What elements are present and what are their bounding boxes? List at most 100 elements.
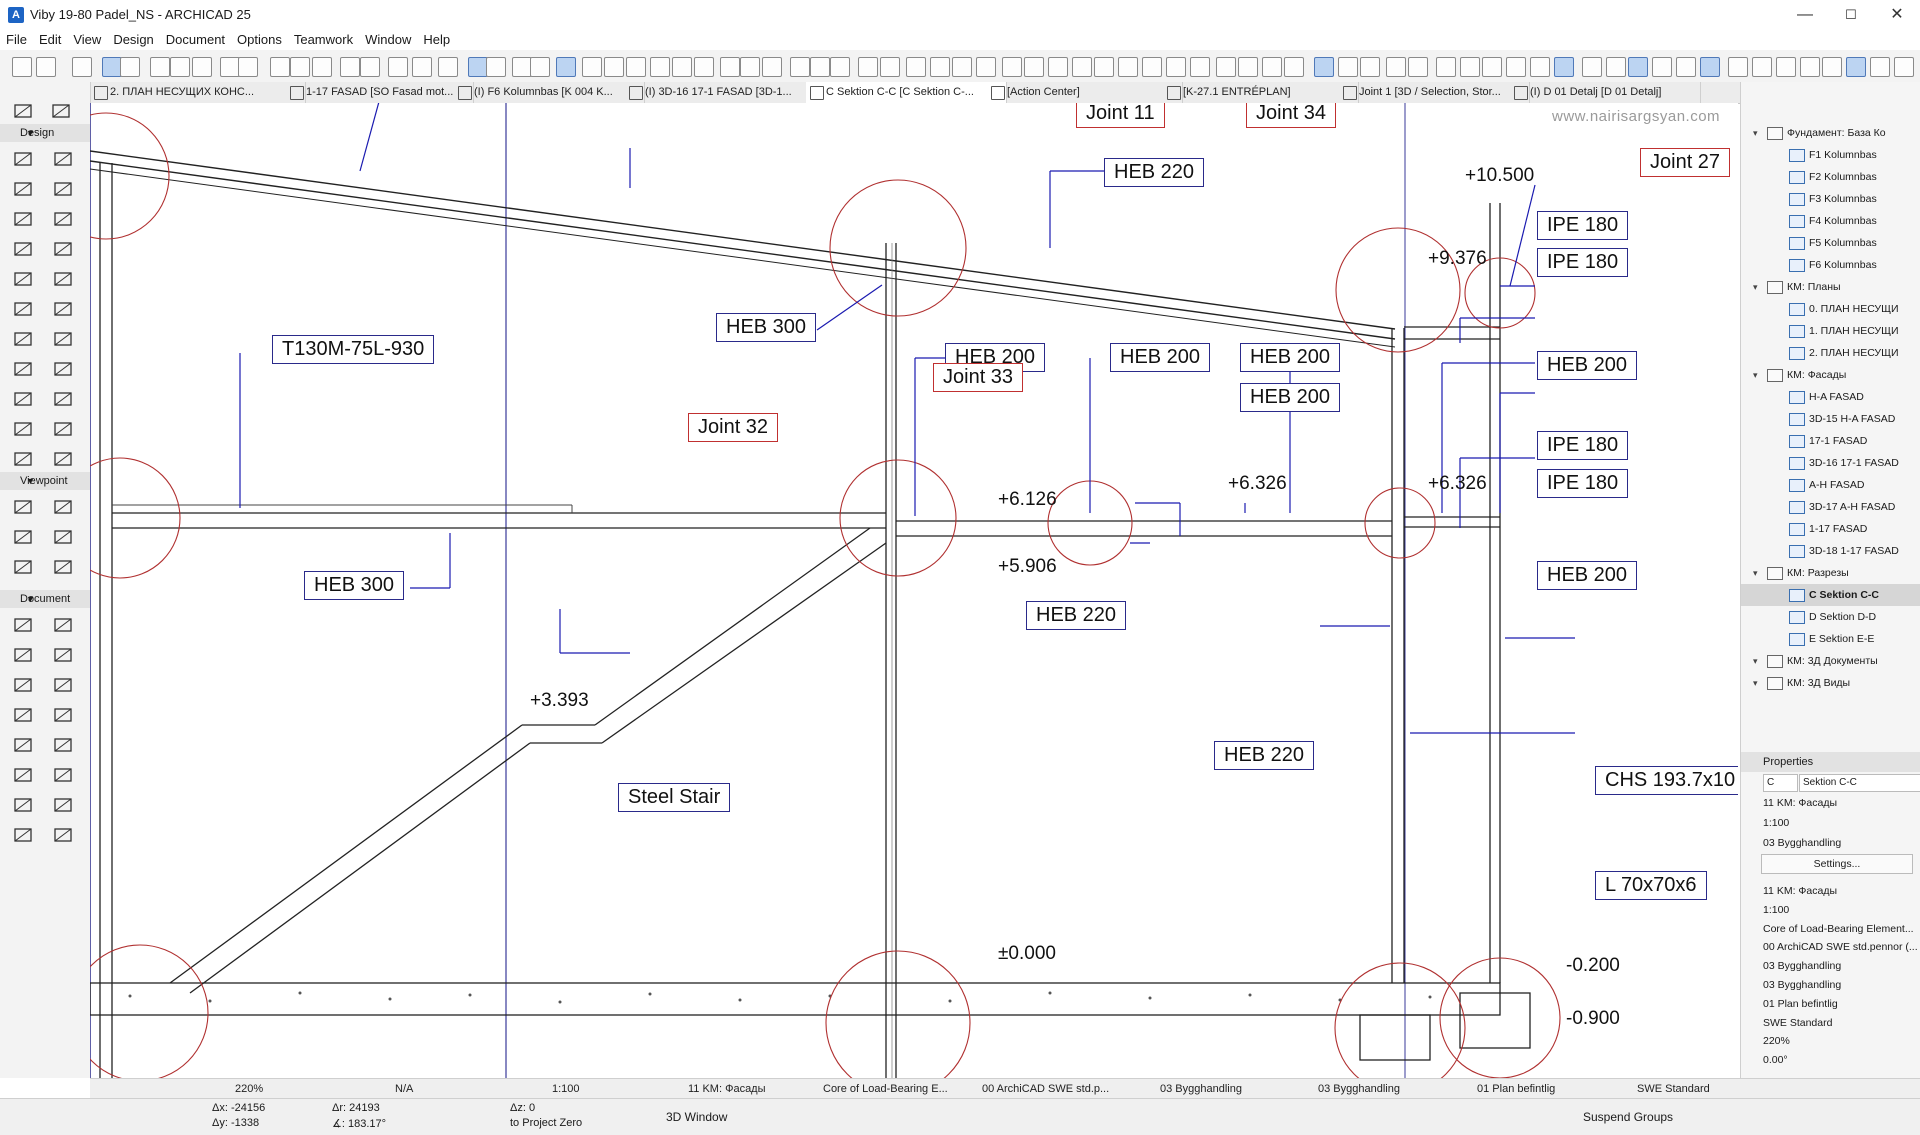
toolbox-tool-icon[interactable] [12, 418, 34, 440]
renovation-filter[interactable]: 01 Plan befintlig [1477, 1079, 1555, 1099]
toolbar-tool-icon[interactable] [1238, 57, 1258, 77]
label-heb300-column[interactable]: HEB 300 [716, 313, 817, 342]
property-row[interactable]: 01 Plan befintlig [1745, 995, 1920, 1013]
toolbar-tool-icon[interactable] [1700, 57, 1720, 77]
toolbar-tool-icon[interactable] [1554, 57, 1574, 77]
toolbox-tool-icon[interactable] [12, 824, 34, 846]
toolbox-tool-icon[interactable] [52, 328, 74, 350]
navigator-view-item[interactable]: F3 Kolumnbas [1741, 188, 1920, 210]
model-view-option[interactable]: 03 Bygghandling [1160, 1079, 1242, 1099]
label-heb200-e[interactable]: HEB 200 [1537, 351, 1638, 380]
property-row[interactable]: 1:100 [1745, 901, 1920, 919]
toolbar-tool-icon[interactable] [1822, 57, 1842, 77]
toolbox-tool-icon[interactable] [52, 496, 74, 518]
toolbox-tool-icon[interactable] [12, 764, 34, 786]
navigator-view-item[interactable]: 3D-16 17-1 FASAD [1741, 452, 1920, 474]
toolbox-tool-icon[interactable] [12, 674, 34, 696]
toolbox-tool-icon[interactable] [12, 556, 34, 578]
toolbox-tool-icon[interactable] [52, 388, 74, 410]
property-row[interactable]: 0.00° [1745, 1051, 1920, 1069]
toolbar-tool-icon[interactable] [1894, 57, 1914, 77]
scale-value[interactable]: 1:100 [552, 1079, 580, 1099]
toolbar-tool-icon[interactable] [102, 57, 122, 77]
toolbox-tool-icon[interactable] [52, 526, 74, 548]
navigator-view-item[interactable]: F4 Kolumnbas [1741, 210, 1920, 232]
toolbar-tool-icon[interactable] [72, 57, 92, 77]
chevron-down-icon[interactable]: ▾ [1753, 364, 1758, 386]
toolbox-tool-icon[interactable] [12, 644, 34, 666]
toolbox-tool-icon[interactable] [52, 824, 74, 846]
label-joint-27[interactable]: Joint 27 [1640, 148, 1731, 177]
toolbar-tool-icon[interactable] [1338, 57, 1358, 77]
toolbar-tool-icon[interactable] [270, 57, 290, 77]
graphic-override[interactable]: 03 Bygghandling [1318, 1079, 1400, 1099]
drawing-canvas[interactable]: www.nairisargsyan.com HEB 220 HEB 300 T1… [90, 103, 1738, 1078]
toolbar-tool-icon[interactable] [1166, 57, 1186, 77]
toolbox-tool-icon[interactable] [52, 178, 74, 200]
label-heb220-beam[interactable]: HEB 220 [1026, 601, 1127, 630]
toolbox-tool-icon[interactable] [12, 148, 34, 170]
toolbox-tool-icon[interactable] [12, 448, 34, 470]
toolbar-tool-icon[interactable] [1284, 57, 1304, 77]
toolbox-tool-icon[interactable] [52, 674, 74, 696]
navigator-view-item[interactable]: 3D-18 1-17 FASAD [1741, 540, 1920, 562]
label-steel-stair[interactable]: Steel Stair [618, 783, 731, 812]
toolbar-tool-icon[interactable] [906, 57, 926, 77]
toolbox-tool-icon[interactable] [52, 556, 74, 578]
toolbar-tool-icon[interactable] [1314, 57, 1334, 77]
close-button[interactable]: ✕ [1874, 0, 1920, 30]
label-joint-33[interactable]: Joint 33 [933, 363, 1024, 392]
toolbar-tool-icon[interactable] [1606, 57, 1626, 77]
tab-plan[interactable]: 2. ПЛАН НЕСУЩИХ КОНС... [90, 82, 306, 103]
navigator-view-item[interactable]: F1 Kolumnbas [1741, 144, 1920, 166]
toolbar-tool-icon[interactable] [672, 57, 692, 77]
toolbar-tool-icon[interactable] [412, 57, 432, 77]
toolbar-tool-icon[interactable] [290, 57, 310, 77]
property-row[interactable]: 03 Bygghandling [1745, 957, 1920, 975]
toolbar-tool-icon[interactable] [1386, 57, 1406, 77]
toolbox-tool-icon[interactable] [52, 704, 74, 726]
navigator-view-item[interactable]: F2 Kolumnbas [1741, 166, 1920, 188]
label-heb200-c[interactable]: HEB 200 [1240, 343, 1341, 372]
property-row[interactable]: 220% [1745, 1032, 1920, 1050]
property-name-field[interactable]: Sektion C-C [1799, 774, 1920, 792]
toolbox-tool-icon[interactable] [12, 358, 34, 380]
tab-3d16[interactable]: (I) 3D-16 17-1 FASAD [3D-1... [625, 82, 826, 103]
toolbox-tool-icon[interactable] [52, 238, 74, 260]
suspend-groups-button[interactable]: Suspend Groups [1583, 1110, 1673, 1124]
navigator-folder[interactable]: ▾ Фундамент: База Ко [1741, 122, 1920, 144]
toolbar-tool-icon[interactable] [720, 57, 740, 77]
toolbar-tool-icon[interactable] [1024, 57, 1044, 77]
navigator-view-item[interactable]: E Sektion E-E [1741, 628, 1920, 650]
toolbar-tool-icon[interactable] [1482, 57, 1502, 77]
menu-window[interactable]: Window [359, 30, 417, 50]
navigator-folder[interactable]: ▾ КМ: Планы [1741, 276, 1920, 298]
toolbar-tool-icon[interactable] [1728, 57, 1748, 77]
property-row[interactable]: Core of Load-Bearing Element... [1745, 920, 1920, 938]
zoom-value[interactable]: 220% [235, 1079, 263, 1099]
navigator-view-item[interactable]: 17-1 FASAD [1741, 430, 1920, 452]
toolbar-tool-icon[interactable] [36, 57, 56, 77]
navigator-view-item[interactable]: F6 Kolumnbas [1741, 254, 1920, 276]
navigator-folder[interactable]: ▾ КМ: 3Д Документы [1741, 650, 1920, 672]
toolbar-tool-icon[interactable] [512, 57, 532, 77]
label-heb220-column[interactable]: HEB 220 [1214, 741, 1315, 770]
label-angle[interactable]: L 70x70x6 [1595, 871, 1707, 900]
label-heb200-f[interactable]: HEB 200 [1537, 561, 1638, 590]
toolbox-tool-icon[interactable] [12, 496, 34, 518]
menu-options[interactable]: Options [231, 30, 288, 50]
toolbar-tool-icon[interactable] [1190, 57, 1210, 77]
toolbar-tool-icon[interactable] [626, 57, 646, 77]
toolbar-tool-icon[interactable] [1360, 57, 1380, 77]
toolbox-tool-icon[interactable] [12, 704, 34, 726]
toolbox-tool-icon[interactable] [12, 794, 34, 816]
navigator-view-item[interactable]: C Sektion C-C [1741, 584, 1920, 606]
navigator-view-item[interactable]: 2. ПЛАН НЕСУЩИ [1741, 342, 1920, 364]
navigator-view-item[interactable]: 0. ПЛАН НЕСУЩИ [1741, 298, 1920, 320]
toolbox-tool-icon[interactable] [52, 644, 74, 666]
toolbox-tool-icon[interactable] [12, 328, 34, 350]
maximize-button[interactable]: ☐ [1828, 0, 1874, 30]
label-ipe180-a[interactable]: IPE 180 [1537, 211, 1629, 240]
toolbox-tool-icon[interactable] [52, 268, 74, 290]
navigator-view-item[interactable]: 3D-17 A-H FASAD [1741, 496, 1920, 518]
